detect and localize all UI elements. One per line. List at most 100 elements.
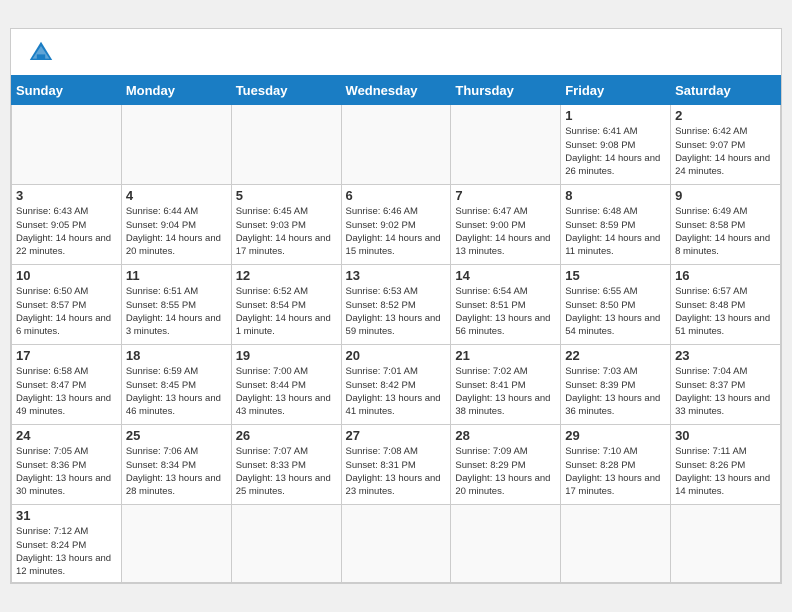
calendar-grid: SundayMondayTuesdayWednesdayThursdayFrid… <box>11 75 781 582</box>
day-number: 25 <box>126 428 227 443</box>
day-cell: 29 Sunrise: 7:10 AM Sunset: 8:28 PM Dayli… <box>561 425 671 505</box>
day-number: 1 <box>565 108 666 123</box>
day-number: 13 <box>346 268 447 283</box>
weekday-header-thursday: Thursday <box>451 76 561 105</box>
day-cell <box>121 105 231 185</box>
day-info: Sunrise: 6:59 AM Sunset: 8:45 PM Dayligh… <box>126 365 227 418</box>
day-cell <box>671 505 781 582</box>
day-info: Sunrise: 7:06 AM Sunset: 8:34 PM Dayligh… <box>126 445 227 498</box>
day-number: 5 <box>236 188 337 203</box>
day-cell <box>121 505 231 582</box>
day-info: Sunrise: 6:49 AM Sunset: 8:58 PM Dayligh… <box>675 205 776 258</box>
day-cell <box>451 505 561 582</box>
day-info: Sunrise: 7:09 AM Sunset: 8:29 PM Dayligh… <box>455 445 556 498</box>
week-row-5: 31Sunrise: 7:12 AM Sunset: 8:24 PM Dayli… <box>12 505 781 582</box>
week-row-3: 17 Sunrise: 6:58 AM Sunset: 8:47 PM Dayli… <box>12 345 781 425</box>
day-number: 17 <box>16 348 117 363</box>
weekday-header-saturday: Saturday <box>671 76 781 105</box>
day-cell: 31Sunrise: 7:12 AM Sunset: 8:24 PM Dayli… <box>12 505 122 582</box>
day-number: 31 <box>16 508 117 523</box>
day-cell: 25 Sunrise: 7:06 AM Sunset: 8:34 PM Dayli… <box>121 425 231 505</box>
day-number: 7 <box>455 188 556 203</box>
day-number: 23 <box>675 348 776 363</box>
day-info: Sunrise: 7:00 AM Sunset: 8:44 PM Dayligh… <box>236 365 337 418</box>
day-cell: 4Sunrise: 6:44 AM Sunset: 9:04 PM Daylig… <box>121 185 231 265</box>
day-info: Sunrise: 6:57 AM Sunset: 8:48 PM Dayligh… <box>675 285 776 338</box>
day-info: Sunrise: 6:45 AM Sunset: 9:03 PM Dayligh… <box>236 205 337 258</box>
day-number: 4 <box>126 188 227 203</box>
day-number: 14 <box>455 268 556 283</box>
weekday-header-sunday: Sunday <box>12 76 122 105</box>
day-number: 19 <box>236 348 337 363</box>
day-cell <box>231 505 341 582</box>
day-number: 9 <box>675 188 776 203</box>
day-number: 8 <box>565 188 666 203</box>
day-cell <box>341 505 451 582</box>
day-cell: 24 Sunrise: 7:05 AM Sunset: 8:36 PM Dayli… <box>12 425 122 505</box>
week-row-1: 3Sunrise: 6:43 AM Sunset: 9:05 PM Daylig… <box>12 185 781 265</box>
day-cell: 22 Sunrise: 7:03 AM Sunset: 8:39 PM Dayli… <box>561 345 671 425</box>
day-info: Sunrise: 7:03 AM Sunset: 8:39 PM Dayligh… <box>565 365 666 418</box>
day-number: 16 <box>675 268 776 283</box>
day-info: Sunrise: 6:50 AM Sunset: 8:57 PM Dayligh… <box>16 285 117 338</box>
day-info: Sunrise: 6:54 AM Sunset: 8:51 PM Dayligh… <box>455 285 556 338</box>
day-cell: 21Sunrise: 7:02 AM Sunset: 8:41 PM Dayli… <box>451 345 561 425</box>
day-cell: 28 Sunrise: 7:09 AM Sunset: 8:29 PM Dayli… <box>451 425 561 505</box>
day-cell <box>231 105 341 185</box>
day-number: 10 <box>16 268 117 283</box>
day-info: Sunrise: 7:11 AM Sunset: 8:26 PM Dayligh… <box>675 445 776 498</box>
day-cell: 11Sunrise: 6:51 AM Sunset: 8:55 PM Dayli… <box>121 265 231 345</box>
day-info: Sunrise: 7:01 AM Sunset: 8:42 PM Dayligh… <box>346 365 447 418</box>
day-cell: 19 Sunrise: 7:00 AM Sunset: 8:44 PM Dayli… <box>231 345 341 425</box>
week-row-0: 1 Sunrise: 6:41 AM Sunset: 9:08 PM Daylig… <box>12 105 781 185</box>
day-cell: 3Sunrise: 6:43 AM Sunset: 9:05 PM Daylig… <box>12 185 122 265</box>
day-cell: 1 Sunrise: 6:41 AM Sunset: 9:08 PM Daylig… <box>561 105 671 185</box>
day-number: 27 <box>346 428 447 443</box>
day-cell: 15Sunrise: 6:55 AM Sunset: 8:50 PM Dayli… <box>561 265 671 345</box>
day-cell <box>12 105 122 185</box>
day-cell: 2Sunrise: 6:42 AM Sunset: 9:07 PM Daylig… <box>671 105 781 185</box>
day-number: 26 <box>236 428 337 443</box>
day-number: 24 <box>16 428 117 443</box>
day-cell: 14 Sunrise: 6:54 AM Sunset: 8:51 PM Dayli… <box>451 265 561 345</box>
day-number: 21 <box>455 348 556 363</box>
day-cell <box>561 505 671 582</box>
week-row-2: 10 Sunrise: 6:50 AM Sunset: 8:57 PM Dayli… <box>12 265 781 345</box>
day-info: Sunrise: 6:58 AM Sunset: 8:47 PM Dayligh… <box>16 365 117 418</box>
day-number: 18 <box>126 348 227 363</box>
weekday-header-monday: Monday <box>121 76 231 105</box>
day-info: Sunrise: 6:41 AM Sunset: 9:08 PM Dayligh… <box>565 125 666 178</box>
day-info: Sunrise: 7:07 AM Sunset: 8:33 PM Dayligh… <box>236 445 337 498</box>
day-cell: 20Sunrise: 7:01 AM Sunset: 8:42 PM Dayli… <box>341 345 451 425</box>
day-cell: 5 Sunrise: 6:45 AM Sunset: 9:03 PM Daylig… <box>231 185 341 265</box>
day-number: 15 <box>565 268 666 283</box>
day-cell: 6 Sunrise: 6:46 AM Sunset: 9:02 PM Daylig… <box>341 185 451 265</box>
day-info: Sunrise: 7:08 AM Sunset: 8:31 PM Dayligh… <box>346 445 447 498</box>
logo-icon <box>27 39 55 67</box>
day-cell <box>451 105 561 185</box>
day-number: 28 <box>455 428 556 443</box>
calendar-container: SundayMondayTuesdayWednesdayThursdayFrid… <box>10 28 782 583</box>
day-info: Sunrise: 6:48 AM Sunset: 8:59 PM Dayligh… <box>565 205 666 258</box>
day-number: 11 <box>126 268 227 283</box>
day-number: 12 <box>236 268 337 283</box>
day-info: Sunrise: 7:10 AM Sunset: 8:28 PM Dayligh… <box>565 445 666 498</box>
logo <box>27 39 59 67</box>
day-cell: 9 Sunrise: 6:49 AM Sunset: 8:58 PM Daylig… <box>671 185 781 265</box>
day-cell: 10 Sunrise: 6:50 AM Sunset: 8:57 PM Dayli… <box>12 265 122 345</box>
day-number: 3 <box>16 188 117 203</box>
day-info: Sunrise: 7:04 AM Sunset: 8:37 PM Dayligh… <box>675 365 776 418</box>
day-info: Sunrise: 7:05 AM Sunset: 8:36 PM Dayligh… <box>16 445 117 498</box>
day-number: 6 <box>346 188 447 203</box>
week-row-4: 24 Sunrise: 7:05 AM Sunset: 8:36 PM Dayli… <box>12 425 781 505</box>
day-info: Sunrise: 6:46 AM Sunset: 9:02 PM Dayligh… <box>346 205 447 258</box>
day-cell: 18 Sunrise: 6:59 AM Sunset: 8:45 PM Dayli… <box>121 345 231 425</box>
weekday-header-tuesday: Tuesday <box>231 76 341 105</box>
day-cell: 23 Sunrise: 7:04 AM Sunset: 8:37 PM Dayli… <box>671 345 781 425</box>
day-number: 30 <box>675 428 776 443</box>
day-cell: 16 Sunrise: 6:57 AM Sunset: 8:48 PM Dayli… <box>671 265 781 345</box>
day-number: 22 <box>565 348 666 363</box>
day-cell: 26 Sunrise: 7:07 AM Sunset: 8:33 PM Dayli… <box>231 425 341 505</box>
day-number: 29 <box>565 428 666 443</box>
day-info: Sunrise: 6:52 AM Sunset: 8:54 PM Dayligh… <box>236 285 337 338</box>
